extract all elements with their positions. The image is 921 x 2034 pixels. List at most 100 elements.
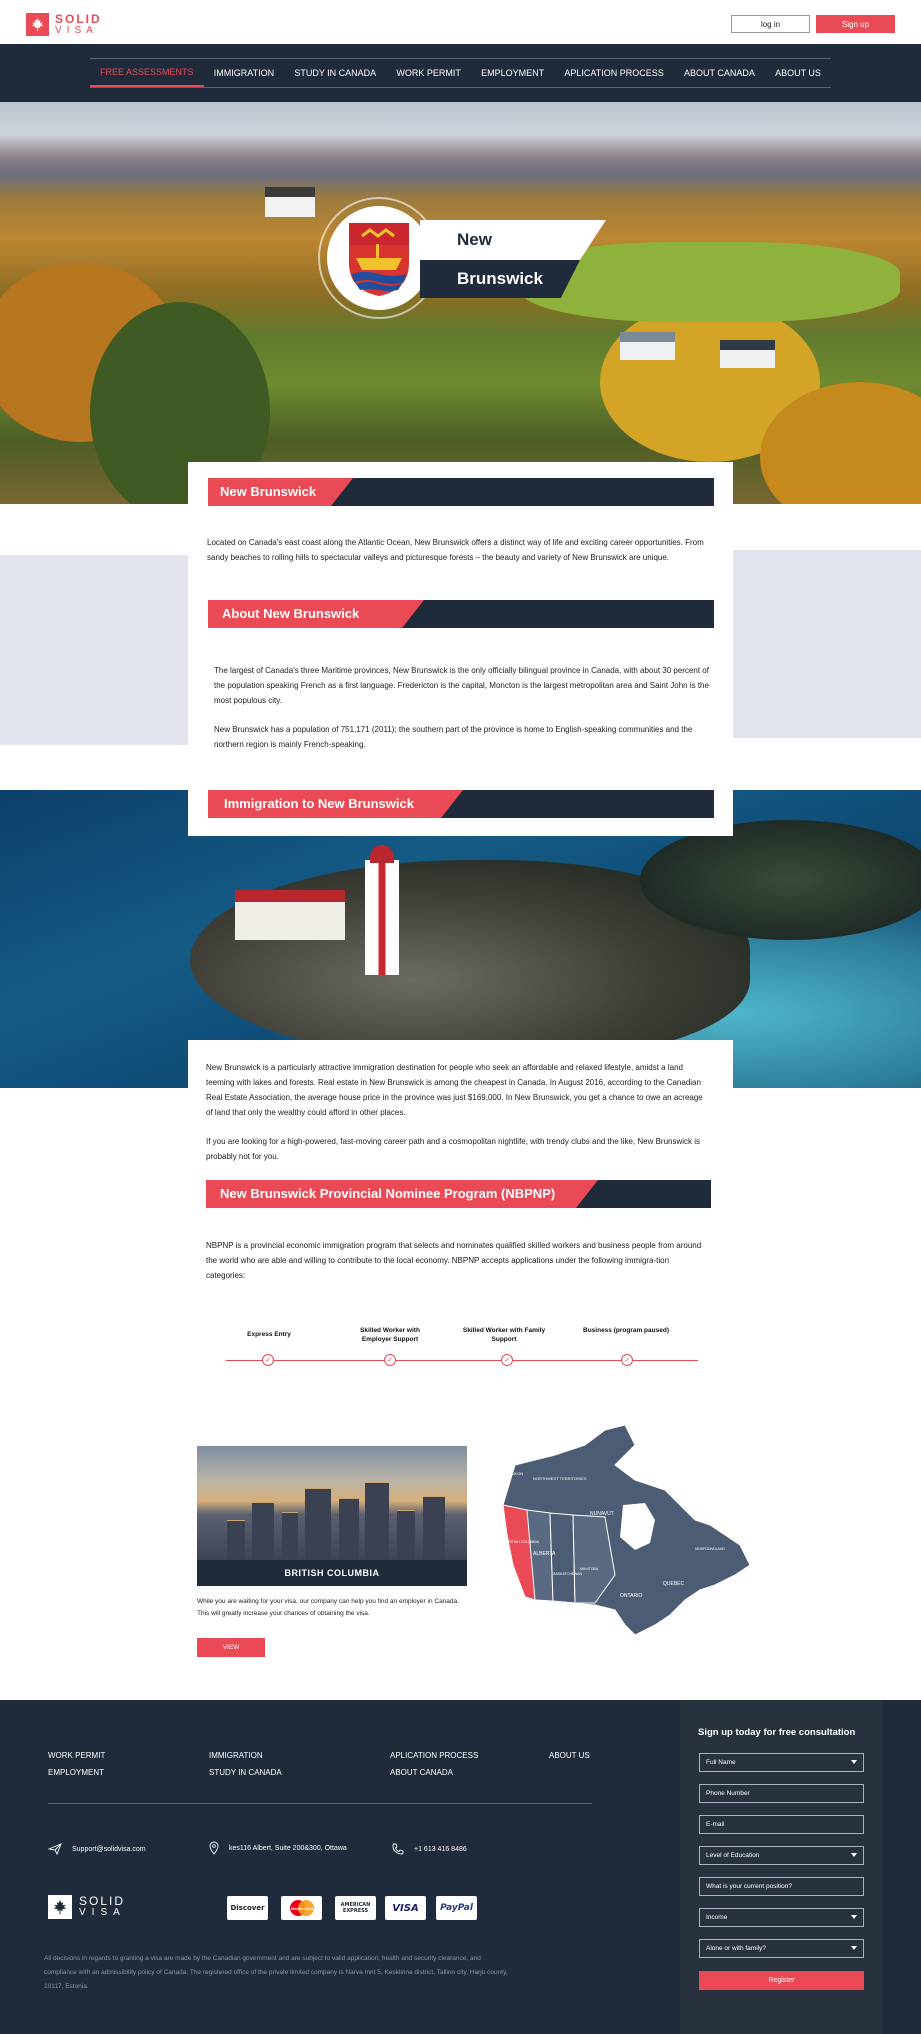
contact-email[interactable]: Support@solidvisa.com: [48, 1843, 146, 1855]
building: [339, 1498, 359, 1560]
map-label-quebec: QUEBEC: [663, 1581, 685, 1587]
phone-icon: [392, 1843, 404, 1855]
canada-map[interactable]: YUKON NORTHWEST TERRITORIES NUNAVUT BRIT…: [495, 1425, 755, 1645]
chevron-down-icon: [851, 1760, 857, 1764]
footer-link-application-process[interactable]: APLICATION PROCESS: [390, 1751, 478, 1760]
about-paragraph-1: The largest of Canada's three Maritime p…: [214, 666, 709, 705]
building: [282, 1512, 298, 1560]
logo-line-2: VISA: [55, 24, 98, 36]
hero-title-line-1: New: [457, 230, 492, 249]
map-label-manitoba: MANITOBA: [580, 1567, 599, 1571]
map-saskatchewan: [549, 1512, 576, 1604]
map-label-nunavut: NUNAVUT: [590, 1511, 614, 1517]
field-placeholder: Income: [706, 1914, 728, 1921]
email-field[interactable]: E-mail: [699, 1815, 864, 1834]
check-icon[interactable]: ✓: [501, 1354, 513, 1366]
map-label-yukon: YUKON: [509, 1471, 523, 1476]
mastercard-label: MasterCard: [290, 1906, 313, 1911]
contact-email-text: Support@solidvisa.com: [72, 1845, 146, 1853]
footer-link-study-in-canada[interactable]: STUDY IN CANADA: [209, 1768, 282, 1777]
british-columbia-photo: [197, 1446, 467, 1560]
farm-house: [620, 332, 675, 360]
nav-item-free-assessments[interactable]: FREE ASSESSMENTS: [90, 59, 204, 87]
coastline: [640, 820, 921, 940]
paypal-icon: PayPal: [436, 1896, 477, 1920]
church: [265, 187, 315, 217]
check-icon[interactable]: ✓: [262, 1354, 274, 1366]
nav-divider-bottom: [90, 87, 831, 88]
immigration-paragraph-2: If you are looking for a high-powered, f…: [206, 1137, 701, 1161]
login-button[interactable]: log in: [731, 15, 810, 33]
section-title: Immigration to New Brunswick: [224, 796, 414, 811]
lighthouse-lantern: [370, 845, 394, 863]
nav-item-about-canada[interactable]: ABOUT CANADA: [674, 59, 765, 87]
step-label-business: Business (program paused): [583, 1327, 669, 1334]
side-panel-left: [0, 555, 188, 745]
income-select[interactable]: Income: [699, 1908, 864, 1927]
chevron-down-icon: [851, 1915, 857, 1919]
check-icon[interactable]: ✓: [621, 1354, 633, 1366]
side-panel-right: [733, 550, 921, 738]
map-label-nwt: NORTHWEST TERRITORIES: [533, 1476, 587, 1481]
footer-link-immigration[interactable]: IMMIGRATION: [209, 1751, 263, 1760]
phone-number-field[interactable]: Phone Number: [699, 1784, 864, 1803]
map-label-ontario: ONTARIO: [620, 1593, 643, 1599]
education-select[interactable]: Level of Education: [699, 1846, 864, 1865]
section-title: About New Brunswick: [222, 606, 360, 621]
section-title: New Brunswick Provincial Nominee Program…: [220, 1186, 556, 1201]
top-bar: SOLID VISA log in Sign up: [0, 0, 921, 44]
check-icon[interactable]: ✓: [384, 1354, 396, 1366]
nav-item-employment[interactable]: EMPLOYMENT: [471, 59, 554, 87]
current-position-field[interactable]: What is your current position?: [699, 1877, 864, 1896]
footer-link-employment[interactable]: EMPLOYMENT: [48, 1768, 104, 1777]
map-label-newfoundland: NEWFOUNDLAND: [695, 1547, 725, 1551]
register-button[interactable]: Register: [699, 1971, 864, 1990]
mastercard-icon: MasterCard: [281, 1896, 322, 1920]
hero-image: New Brunswick: [0, 102, 921, 504]
view-button[interactable]: VIEW: [197, 1638, 265, 1657]
nav-item-study-in-canada[interactable]: STUDY IN CANADA: [284, 59, 386, 87]
farm-house: [720, 340, 775, 368]
field-placeholder: Phone Number: [706, 1790, 750, 1797]
hero-title-line-2: Brunswick: [457, 269, 543, 288]
contact-phone[interactable]: +1 613 416 8486: [392, 1843, 467, 1855]
building: [252, 1502, 274, 1560]
nav-item-immigration[interactable]: IMMIGRATION: [204, 59, 284, 87]
footer-link-about-canada[interactable]: ABOUT CANADA: [390, 1768, 453, 1777]
field-placeholder: Level of Education: [706, 1852, 760, 1859]
about-paragraph-2: New Brunswick has a population of 751,17…: [214, 725, 693, 749]
field-placeholder: Full Name: [706, 1759, 736, 1766]
building: [227, 1520, 245, 1560]
step-label-family-support: Skilled Worker with Family Support: [462, 1327, 546, 1343]
maple-leaf-icon: [48, 1895, 72, 1919]
form-title: Sign up today for free consultation: [698, 1727, 856, 1738]
full-name-field[interactable]: Full Name: [699, 1753, 864, 1772]
field-placeholder: What is your current position?: [706, 1883, 792, 1890]
footer-divider: [48, 1803, 592, 1804]
footer-link-about-us[interactable]: ABOUT US: [549, 1751, 590, 1760]
signup-button[interactable]: Sign up: [816, 15, 895, 33]
logo[interactable]: SOLID VISA: [26, 13, 102, 36]
building: [305, 1488, 331, 1560]
section-header-nbpnp: New Brunswick Provincial Nominee Program…: [206, 1180, 711, 1208]
discover-card-icon: Discover: [227, 1896, 268, 1920]
keeper-house: [235, 890, 345, 940]
step-label-employer-support: Skilled Worker with Employer Support: [360, 1327, 420, 1343]
nbpnp-paragraph: NBPNP is a provincial economic immigrati…: [206, 1241, 702, 1280]
building: [397, 1510, 415, 1560]
footer-logo[interactable]: SOLID VISA: [48, 1895, 126, 1919]
nav-item-application-process[interactable]: APLICATION PROCESS: [554, 59, 673, 87]
family-status-select[interactable]: Alone or with family?: [699, 1939, 864, 1958]
logo-line-1: SOLID: [55, 11, 102, 26]
footer-link-work-permit[interactable]: WORK PERMIT: [48, 1751, 105, 1760]
nav-item-about-us[interactable]: ABOUT US: [765, 59, 831, 87]
section-header-immigration: Immigration to New Brunswick: [208, 790, 714, 818]
amex-card-icon: AMERICAN EXPRESS: [335, 1896, 376, 1920]
province-card-title: BRITISH COLUMBIA: [197, 1560, 467, 1586]
shield-icon: [327, 206, 431, 310]
nav-item-work-permit[interactable]: WORK PERMIT: [386, 59, 471, 87]
chevron-down-icon: [851, 1853, 857, 1857]
visa-card-icon: VISA: [385, 1896, 426, 1920]
location-pin-icon: [209, 1841, 219, 1855]
building: [365, 1482, 389, 1560]
